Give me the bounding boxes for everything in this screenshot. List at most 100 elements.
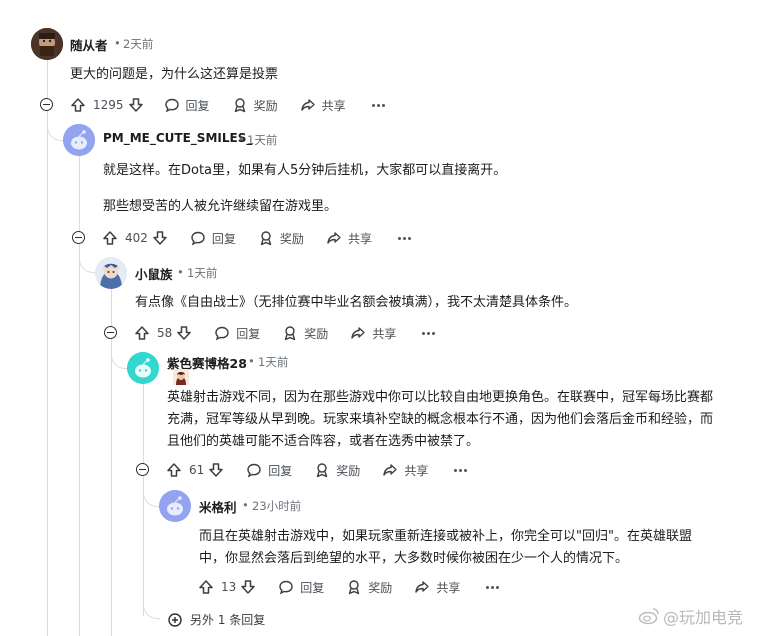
upvote-icon: [199, 580, 213, 594]
collapse-icon[interactable]: [104, 326, 117, 339]
comment-actions: 13 回复 奖励 共享: [198, 576, 500, 598]
more-icon[interactable]: [422, 331, 436, 335]
share-label: 共享: [321, 98, 346, 113]
separator-dot: •: [114, 36, 121, 50]
more-icon[interactable]: [454, 468, 468, 472]
reply-button[interactable]: 回复: [278, 579, 324, 596]
upvote-button[interactable]: [134, 325, 150, 341]
award-button[interactable]: 奖励: [314, 462, 360, 479]
award-icon: [349, 580, 360, 595]
downvote-button[interactable]: [176, 325, 192, 341]
share-button[interactable]: 共享: [326, 230, 372, 247]
reply-button[interactable]: 回复: [164, 97, 210, 114]
more-icon[interactable]: [371, 103, 385, 107]
user-flair-image: [173, 369, 189, 385]
downvote-button[interactable]: [208, 462, 224, 478]
reply-label: 回复: [185, 98, 210, 113]
award-label: 奖励: [304, 326, 329, 341]
downvote-icon: [241, 580, 256, 594]
reply-icon: [279, 580, 293, 595]
comment-author[interactable]: PM_ME_CUTE_SMILES_: [103, 131, 252, 145]
share-button[interactable]: 共享: [382, 462, 428, 479]
upvote-icon: [135, 326, 149, 340]
comment-line: 而且在英雄射击游戏中，如果玩家重新连接或被补上，你完全可以"回归"。在英雄联盟: [199, 529, 692, 544]
comment-author[interactable]: 随从者: [70, 35, 108, 54]
share-button[interactable]: 共享: [300, 97, 346, 114]
award-button[interactable]: 奖励: [282, 325, 328, 342]
separator-dot: •: [242, 498, 249, 512]
comment-line: 英雄射击游戏不同，因为在那些游戏中你可以比较自由地更换角色。在联赛中，冠军每场比…: [167, 390, 714, 405]
share-icon: [300, 99, 315, 111]
upvote-button[interactable]: [70, 97, 86, 113]
award-button[interactable]: 奖励: [232, 97, 278, 114]
share-icon: [415, 581, 430, 593]
more-icon[interactable]: [486, 585, 500, 589]
downvote-button[interactable]: [152, 230, 168, 246]
reply-button[interactable]: 回复: [246, 462, 292, 479]
vote-count: 1295: [93, 98, 124, 112]
award-label: 奖励: [368, 580, 393, 595]
reply-icon: [191, 231, 205, 246]
upvote-button[interactable]: [198, 579, 214, 595]
downvote-icon: [177, 326, 192, 340]
share-icon: [351, 327, 366, 339]
more-replies-button[interactable]: 另外 1 条回复: [168, 611, 265, 628]
expand-icon: [168, 612, 182, 627]
reply-icon: [215, 326, 229, 341]
share-label: 共享: [404, 463, 429, 478]
share-icon: [383, 464, 398, 476]
award-label: 奖励: [336, 463, 361, 478]
comment-line: 就是这样。在Dota里，如果有人5分钟后挂机，大家都可以直接离开。: [103, 163, 507, 178]
share-label: 共享: [372, 326, 397, 341]
downvote-button[interactable]: [240, 579, 256, 595]
separator-dot: •: [248, 354, 255, 368]
award-button[interactable]: 奖励: [258, 230, 304, 247]
share-button[interactable]: 共享: [414, 579, 460, 596]
downvote-icon: [128, 98, 143, 112]
separator-dot: •: [177, 265, 184, 279]
share-button[interactable]: 共享: [350, 325, 396, 342]
comment-body: 而且在英雄射击游戏中，如果玩家重新连接或被补上，你完全可以"回归"。在英雄联盟 …: [199, 526, 692, 570]
avatar[interactable]: [95, 257, 127, 289]
comment-body: 有点像《自由战士》（无排位赛中毕业名额会被填满），我不太清楚具体条件。: [135, 292, 577, 314]
comment-actions: 1295 回复 奖励 共享: [70, 94, 385, 116]
avatar[interactable]: [127, 352, 159, 384]
comment-author[interactable]: 小鼠族: [135, 264, 173, 283]
comment-line: 且他们的英雄可能不适合阵容，或者在选秀中被禁了。: [167, 434, 480, 449]
weibo-logo-icon: [638, 608, 659, 625]
comment-actions: 58 回复 奖励 共享: [134, 322, 436, 344]
share-icon: [327, 232, 341, 244]
comment-line: 更大的问题是，为什么这还算是投票: [70, 67, 279, 82]
share-label: 共享: [347, 231, 372, 246]
upvote-button[interactable]: [166, 462, 182, 478]
collapse-icon[interactable]: [40, 98, 53, 111]
comment-timestamp: 2天前: [123, 37, 154, 51]
more-icon[interactable]: [397, 236, 411, 240]
award-button[interactable]: 奖励: [346, 579, 392, 596]
avatar[interactable]: [63, 124, 95, 156]
reply-button[interactable]: 回复: [190, 230, 236, 247]
downvote-button[interactable]: [128, 97, 144, 113]
award-icon: [317, 463, 328, 478]
vote-count: 61: [189, 463, 205, 477]
comment-body: 英雄射击游戏不同，因为在那些游戏中你可以比较自由地更换角色。在联赛中，冠军每场比…: [167, 387, 713, 453]
reply-button[interactable]: 回复: [214, 325, 260, 342]
comment-line: 充满，冠军等级从早到晚。玩家来填补空缺的概念根本行不通，因为他们会落后金币和经验…: [167, 412, 714, 427]
collapse-icon[interactable]: [72, 231, 85, 244]
upvote-icon: [103, 231, 117, 245]
comment-actions: 61 回复 奖励 共享: [166, 459, 468, 481]
upvote-button[interactable]: [102, 230, 118, 246]
comment-timestamp: 1天前: [247, 133, 278, 147]
comment-timestamp: 1天前: [187, 266, 218, 280]
reply-label: 回复: [300, 580, 325, 595]
collapse-icon[interactable]: [136, 463, 149, 476]
reply-label: 回复: [268, 463, 293, 478]
comment-author[interactable]: 米格利: [199, 497, 237, 516]
avatar[interactable]: [31, 28, 63, 60]
vote-count: 402: [125, 231, 148, 245]
upvote-icon: [167, 463, 181, 477]
vote-count: 13: [221, 580, 237, 594]
comment-line: 有点像《自由战士》（无排位赛中毕业名额会被填满），我不太清楚具体条件。: [135, 295, 578, 310]
avatar[interactable]: [159, 490, 191, 522]
comment-body: 更大的问题是，为什么这还算是投票: [70, 64, 278, 86]
